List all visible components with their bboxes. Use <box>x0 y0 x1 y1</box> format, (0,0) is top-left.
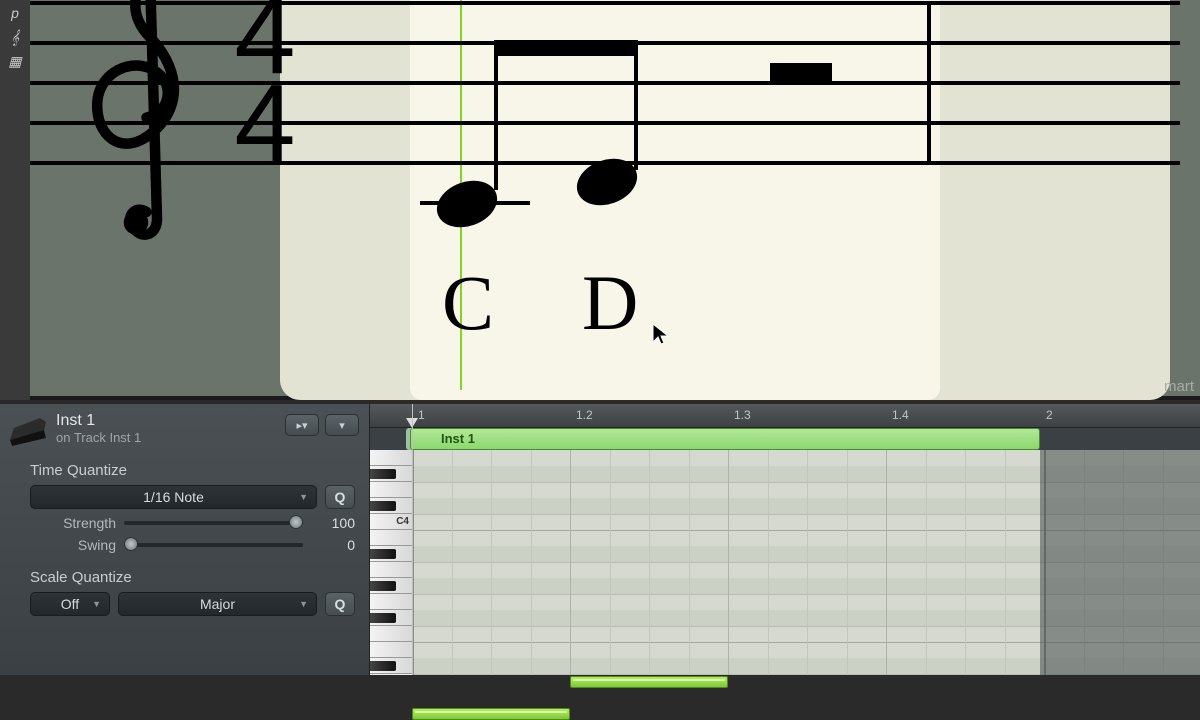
grid-line <box>689 450 690 675</box>
ruler-tick: 1.3 <box>734 408 751 422</box>
chevron-down-icon: ▼ <box>299 599 308 609</box>
region-name: Inst 1 <box>441 431 475 446</box>
dropdown-value: Major <box>200 596 235 612</box>
quantize-value-dropdown[interactable]: 1/16 Note ▼ <box>30 485 317 509</box>
white-key[interactable] <box>370 450 412 466</box>
dynamics-tool-icon[interactable]: p <box>3 2 27 24</box>
grid-line <box>649 450 650 675</box>
note-stem <box>634 40 638 170</box>
swing-value: 0 <box>311 537 355 553</box>
black-key[interactable] <box>370 469 396 479</box>
ruler-tick: 1.4 <box>892 408 909 422</box>
scale-quantize-section: Scale Quantize Off ▼ Major ▼ Q <box>0 563 369 626</box>
slider-knob[interactable] <box>124 537 138 551</box>
grid-line <box>452 450 453 675</box>
time-quantize-section: Time Quantize 1/16 Note ▼ Q Strength 100… <box>0 456 369 563</box>
scale-quantize-button[interactable]: Q <box>325 592 355 616</box>
score-editor[interactable]: p 𝄞 ▦ 4 4 C D mart <box>0 0 1200 400</box>
white-key[interactable] <box>370 626 412 642</box>
dropdown-value: 1/16 Note <box>143 489 204 505</box>
settings-menu-button[interactable]: ▾ <box>325 414 359 436</box>
grid-line <box>886 450 887 675</box>
piano-roll-editor: Inst 1 on Track Inst 1 ▸▾ ▾ Time Quantiz… <box>0 404 1200 675</box>
note-stem <box>494 40 498 190</box>
truncated-label: mart <box>1164 378 1194 395</box>
strength-label: Strength <box>30 515 116 531</box>
time-sig-denominator: 4 <box>230 80 300 168</box>
swing-slider[interactable] <box>124 543 303 547</box>
grid-tool-icon[interactable]: ▦ <box>3 50 27 72</box>
clef-tool-icon[interactable]: 𝄞 <box>3 26 27 48</box>
grid-line <box>847 450 848 675</box>
quantize-button[interactable]: Q <box>325 485 355 509</box>
ruler-tick: 1.2 <box>576 408 593 422</box>
grid-playhead[interactable] <box>412 404 413 675</box>
grid-line <box>1005 450 1006 675</box>
grid-line <box>491 450 492 675</box>
view-menu-button[interactable]: ▸▾ <box>285 414 319 436</box>
key-label-c4: C4 <box>396 516 409 527</box>
grid-line <box>965 450 966 675</box>
midi-note[interactable] <box>412 708 570 720</box>
piano-track-icon <box>6 410 50 450</box>
track-header: Inst 1 on Track Inst 1 ▸▾ ▾ <box>0 404 369 456</box>
scale-type-dropdown[interactable]: Major ▼ <box>118 592 317 616</box>
score-tool-sidebar: p 𝄞 ▦ <box>0 0 30 400</box>
note-name-label: C <box>442 258 494 348</box>
white-key[interactable] <box>370 482 412 498</box>
black-key[interactable] <box>370 581 396 591</box>
scale-enable-dropdown[interactable]: Off ▼ <box>30 592 110 616</box>
grid-line <box>926 450 927 675</box>
grid-line <box>768 450 769 675</box>
time-signature[interactable]: 4 4 <box>230 0 300 168</box>
note-beam <box>494 40 638 56</box>
ruler-tick: 2 <box>1046 408 1053 422</box>
white-key[interactable] <box>370 530 412 546</box>
dropdown-value: Off <box>61 596 79 612</box>
section-title: Time Quantize <box>30 462 355 479</box>
black-key[interactable] <box>370 613 396 623</box>
grid-line <box>610 450 611 675</box>
bar-line <box>927 1 931 161</box>
timeline-ruler[interactable]: 1 1.2 1.3 1.4 2 <box>370 404 1200 428</box>
black-key[interactable] <box>370 501 396 511</box>
ruler-tick: 1 <box>418 408 425 422</box>
chevron-down-icon: ▼ <box>299 492 308 502</box>
midi-note[interactable] <box>570 676 728 688</box>
grid-outside-region <box>1040 450 1200 675</box>
half-rest[interactable] <box>770 63 832 81</box>
grid-line <box>728 450 729 675</box>
black-key[interactable] <box>370 661 396 671</box>
treble-clef-icon <box>55 0 245 240</box>
grid-line <box>531 450 532 675</box>
white-key[interactable] <box>370 562 412 578</box>
black-key[interactable] <box>370 549 396 559</box>
note-name-label: D <box>582 258 638 348</box>
strength-value: 100 <box>311 515 355 531</box>
grid-line <box>570 450 571 675</box>
grid-line <box>807 450 808 675</box>
inspector-panel: Inst 1 on Track Inst 1 ▸▾ ▾ Time Quantiz… <box>0 404 370 675</box>
white-key[interactable] <box>370 642 412 658</box>
mouse-cursor-icon <box>651 322 671 346</box>
midi-region[interactable]: Inst 1 <box>410 428 1040 450</box>
white-key[interactable] <box>370 594 412 610</box>
section-title: Scale Quantize <box>30 569 355 586</box>
piano-keyboard[interactable]: C4 <box>370 450 412 675</box>
slider-knob[interactable] <box>289 515 303 529</box>
swing-label: Swing <box>30 537 116 553</box>
chevron-down-icon: ▼ <box>92 599 101 609</box>
strength-slider[interactable] <box>124 521 303 525</box>
